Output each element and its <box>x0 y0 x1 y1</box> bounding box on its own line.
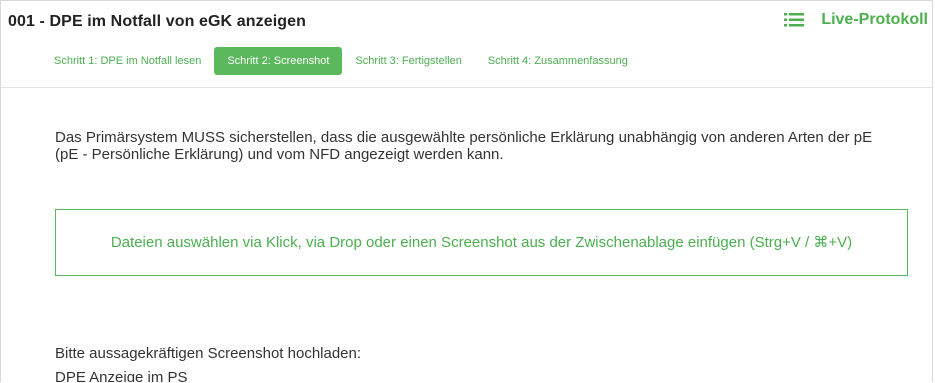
file-dropzone[interactable]: Dateien auswählen via Klick, via Drop od… <box>55 209 908 276</box>
step-panel: 001 - DPE im Notfall von eGK anzeigen Li… <box>0 0 933 382</box>
upload-hint: Bitte aussagekräftigen Screenshot hochla… <box>55 345 362 362</box>
requirement-text: Das Primärsystem MUSS sicherstellen, das… <box>55 129 873 163</box>
step-tabs: Schritt 1: DPE im Notfall lesen Schritt … <box>41 47 641 75</box>
tab-step-4[interactable]: Schritt 4: Zusammenfassung <box>475 47 641 75</box>
tab-step-2[interactable]: Schritt 2: Screenshot <box>214 47 343 75</box>
live-protokoll-button[interactable]: Live-Protokoll <box>784 11 928 29</box>
panel-header: 001 - DPE im Notfall von eGK anzeigen Li… <box>1 1 932 88</box>
tab-step-1[interactable]: Schritt 1: DPE im Notfall lesen <box>41 47 214 75</box>
upload-subject: DPE Anzeige im PS <box>55 369 188 382</box>
tab-step-3[interactable]: Schritt 3: Fertigstellen <box>342 47 474 75</box>
live-protokoll-label: Live-Protokoll <box>821 11 928 28</box>
list-icon <box>784 12 805 28</box>
dropzone-label: Dateien auswählen via Klick, via Drop od… <box>110 234 853 251</box>
page-title: 001 - DPE im Notfall von eGK anzeigen <box>8 13 306 30</box>
